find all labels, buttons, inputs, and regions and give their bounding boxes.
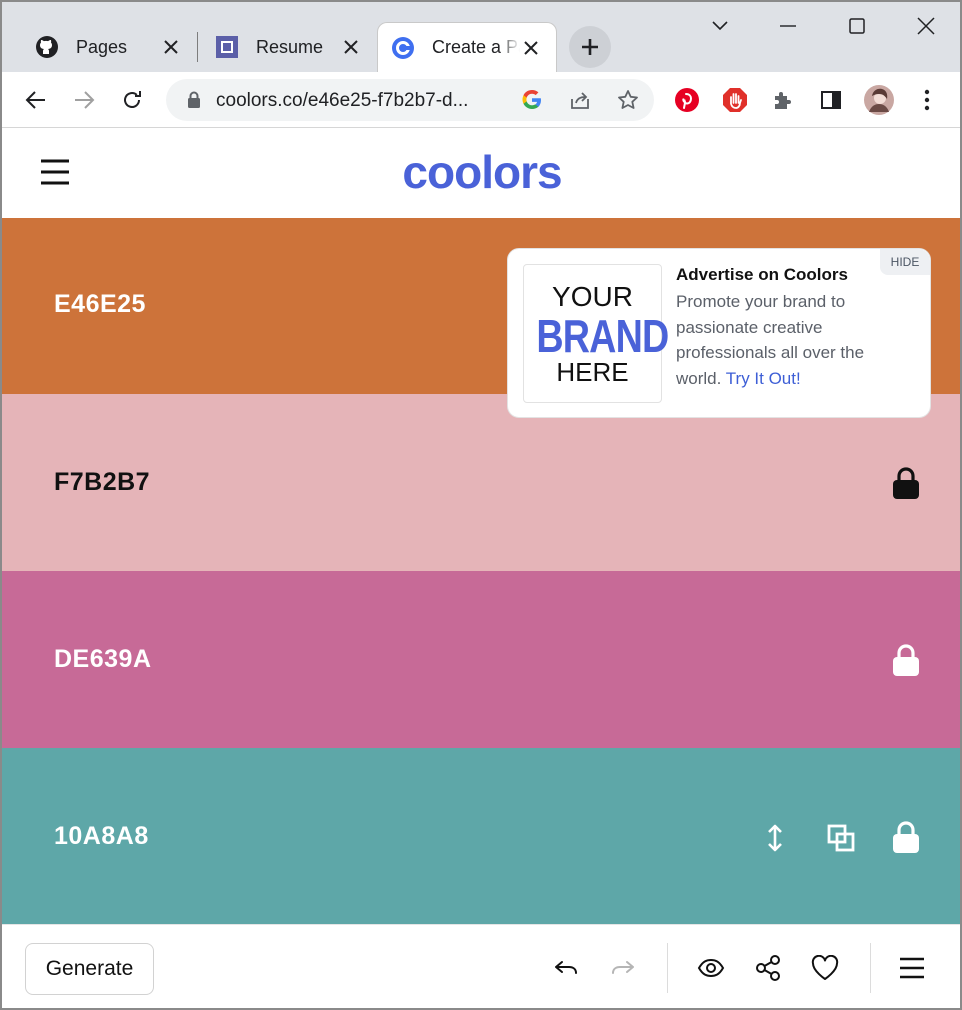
ad-body: Promote your brand to passionate creativ… [676,289,906,391]
puzzle-icon [775,92,791,109]
toolbar-divider [870,943,871,993]
undo-icon [555,961,577,974]
color-swatch-4[interactable]: 10A8A8 [2,748,960,925]
color-swatch-2[interactable]: F7B2B7 [2,394,960,571]
address-bar[interactable]: coolors.co/e46e25-f7b2b7-d... [166,79,654,121]
hamburger-icon [900,957,924,979]
profile-avatar[interactable] [859,80,899,120]
ad-link[interactable]: Try It Out! [726,369,801,388]
ad-title[interactable]: Advertise on Coolors [676,265,848,285]
lock-icon[interactable] [888,819,924,855]
coolors-logo[interactable]: coolors [382,146,582,202]
bookmark-star-icon[interactable] [612,84,644,116]
resume-icon [214,34,240,60]
pinterest-icon [675,88,699,112]
browser-window: Pages Resume Create a Pa coolors.co/e46e… [0,0,962,1010]
url-text: coolors.co/e46e25-f7b2b7-d... [216,90,469,111]
extensions-button[interactable] [763,80,803,120]
side-panel-button[interactable] [811,80,851,120]
reload-icon [124,91,141,108]
tab-title: Resume [256,36,324,57]
close-window-button[interactable] [908,8,944,44]
adblock-extension[interactable] [715,80,755,120]
lock-icon[interactable] [888,465,924,501]
more-menu-button[interactable] [892,948,932,988]
forward-button[interactable] [64,80,104,120]
generate-button[interactable]: Generate [25,943,154,995]
redo-icon [612,961,634,974]
minimize-icon [780,25,796,27]
browser-toolbar: coolors.co/e46e25-f7b2b7-d... [2,72,960,128]
share-icon[interactable] [564,84,596,116]
tab-coolors[interactable]: Create a Pa [377,22,557,72]
toolbar-divider [667,943,668,993]
reload-button[interactable] [112,80,152,120]
color-swatch-3[interactable]: DE639A [2,571,960,748]
ad-image-here: HERE [556,357,629,387]
hide-ad-button[interactable]: HIDE [880,249,930,275]
avatar-icon [864,85,894,115]
lock-icon[interactable] [888,642,924,678]
plus-icon [582,39,598,55]
eye-icon [697,958,725,978]
close-icon[interactable] [340,36,362,58]
share-button[interactable] [748,948,788,988]
hex-label[interactable]: 10A8A8 [54,822,149,851]
more-vert-icon [924,89,930,111]
github-icon [34,34,60,60]
arrow-left-icon [25,91,45,109]
hex-label[interactable]: DE639A [54,645,152,674]
logo-text: coolors [402,146,561,198]
google-icon[interactable] [516,84,548,116]
tab-resume[interactable]: Resume [202,22,376,72]
lock-icon[interactable] [178,84,210,116]
hex-label[interactable]: F7B2B7 [54,468,150,497]
side-panel-icon [821,91,841,109]
tab-title: Create a Pa [432,37,520,57]
arrow-right-icon [75,91,95,109]
tab-search-button[interactable] [702,8,738,44]
pinterest-extension[interactable] [667,80,707,120]
hamburger-icon [41,159,69,185]
tab-title: Pages [76,36,128,57]
ad-card[interactable]: YOUR BRAND HERE HIDE Advertise on Coolor… [507,248,931,418]
minimize-button[interactable] [770,8,806,44]
share-icon [756,955,780,981]
coolors-icon [390,35,416,61]
copy-icon[interactable] [823,820,859,856]
close-icon[interactable] [520,37,542,59]
new-tab-button[interactable] [569,26,611,68]
chevron-down-icon [712,21,728,31]
browser-menu-button[interactable] [907,80,947,120]
stop-hand-icon [723,88,747,112]
heart-icon [811,955,839,980]
tab-pages[interactable]: Pages [22,22,196,72]
tab-divider [197,32,198,62]
close-icon[interactable] [160,36,182,58]
maximize-button[interactable] [839,8,875,44]
view-button[interactable] [691,948,731,988]
ad-image-brand: BRAND [536,310,669,362]
drag-handle-icon[interactable] [757,820,793,856]
save-favorite-button[interactable] [805,948,845,988]
bottom-toolbar: Generate [2,924,960,1008]
hex-label[interactable]: E46E25 [54,290,146,319]
tab-strip: Pages Resume Create a Pa [2,2,960,72]
menu-button[interactable] [40,158,70,186]
undo-button[interactable] [546,948,586,988]
back-button[interactable] [16,80,56,120]
maximize-icon [849,18,865,34]
ad-image[interactable]: YOUR BRAND HERE [523,264,669,403]
redo-button[interactable] [603,948,643,988]
app-header: coolors [2,128,960,218]
close-icon [917,17,935,35]
